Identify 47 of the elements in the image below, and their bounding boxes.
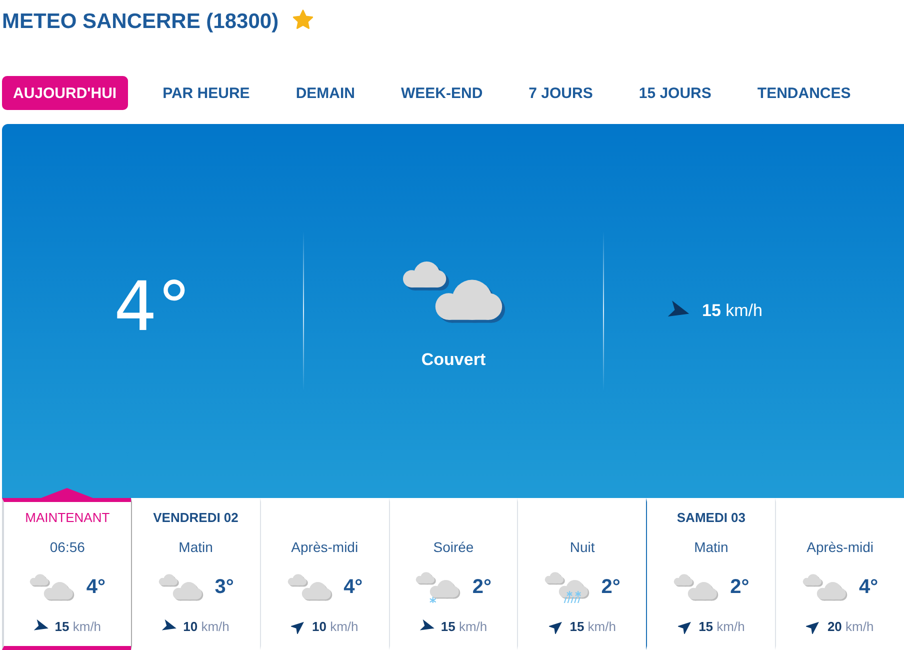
wind-speed: 15 km/h xyxy=(570,618,616,634)
forecast-heading: MAINTENANT xyxy=(25,509,110,527)
clouds-icon xyxy=(158,572,204,602)
temperature: 2° xyxy=(472,576,492,598)
tab[interactable]: TENDANCES xyxy=(746,76,862,110)
wind-speed: 15 km/h xyxy=(698,618,745,634)
clouds-icon xyxy=(29,572,76,602)
tab[interactable]: PAR HEURE xyxy=(152,76,261,110)
wind-speed: 15 km/h xyxy=(702,301,762,321)
forecast-heading: VENDREDI 02 xyxy=(153,509,238,527)
clouds-icon xyxy=(673,572,720,602)
period-label: 06:56 xyxy=(50,538,85,557)
page-title: METEO SANCERRE (18300) xyxy=(2,9,279,35)
temperature: 4° xyxy=(344,576,363,598)
tab[interactable]: AUJOURD'HUI xyxy=(2,76,128,110)
period-label: Soirée xyxy=(433,538,474,557)
forecast-cell[interactable]: Soirée 2° 15 km/h xyxy=(388,498,518,650)
cloud-snow-icon xyxy=(415,570,462,604)
wind-speed: 15 km/h xyxy=(440,618,488,634)
tab[interactable]: WEEK-END xyxy=(390,76,494,110)
wind-speed: 10 km/h xyxy=(183,618,230,634)
current-temperature: 4° xyxy=(114,268,192,348)
temperature: 2° xyxy=(730,576,750,598)
pointer-icon xyxy=(41,488,94,498)
period-label: Matin xyxy=(178,538,213,557)
clouds-icon xyxy=(286,572,333,602)
cloud-snow-rain-icon xyxy=(544,570,590,604)
condition-label: Couvert xyxy=(421,348,486,371)
wind-speed: 15 km/h xyxy=(54,618,102,634)
star-icon[interactable] xyxy=(292,9,314,30)
clouds-icon xyxy=(802,572,848,602)
temperature: 2° xyxy=(601,576,620,598)
clouds-icon xyxy=(400,259,506,325)
period-label: Après-midi xyxy=(291,538,358,557)
tab[interactable]: 7 JOURS xyxy=(518,76,604,110)
temperature: 3° xyxy=(214,576,234,598)
wind-speed: 20 km/h xyxy=(827,618,874,634)
temperature: 4° xyxy=(86,576,106,598)
temperature: 4° xyxy=(859,576,878,598)
period-label: Nuit xyxy=(570,538,595,557)
tab[interactable]: 15 JOURS xyxy=(628,76,722,110)
forecast-cell[interactable]: Nuit 2° 15 km/h xyxy=(517,498,646,650)
tab[interactable]: DEMAIN xyxy=(284,76,366,110)
period-label: Après-midi xyxy=(806,538,874,557)
period-label: Matin xyxy=(694,538,728,557)
forecast-heading: SAMEDI 03 xyxy=(676,509,746,527)
wind-speed: 10 km/h xyxy=(312,618,358,634)
